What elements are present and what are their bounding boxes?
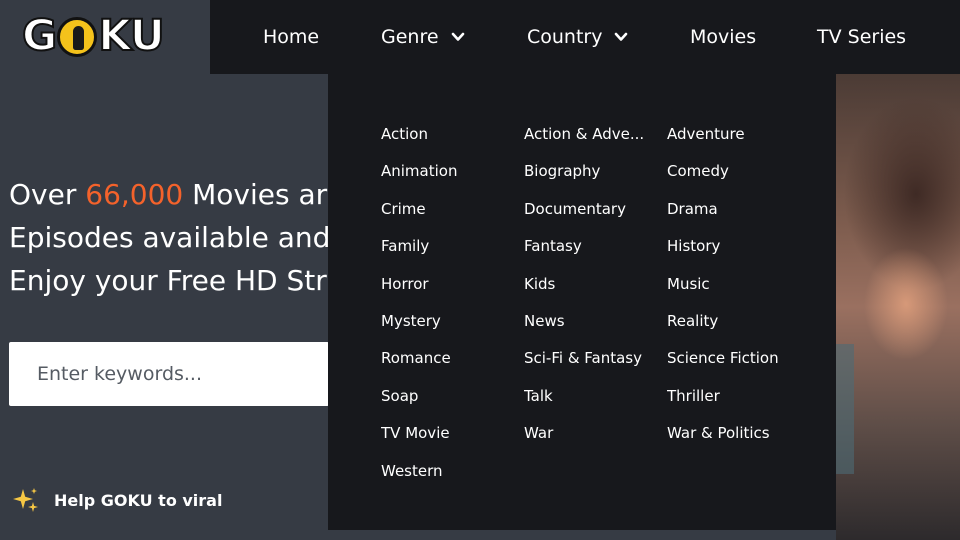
genre-menu-item[interactable]: Sci-Fi & Fantasy <box>524 340 667 377</box>
logo-character-icon <box>57 17 98 57</box>
genre-menu-item[interactable]: Science Fiction <box>667 340 810 377</box>
genre-menu-item[interactable]: War <box>524 415 667 452</box>
genre-menu-item[interactable]: Fantasy <box>524 228 667 265</box>
genre-menu-item[interactable]: Romance <box>381 340 524 377</box>
help-label: Help GOKU to viral <box>54 490 223 510</box>
genre-menu-item[interactable]: Soap <box>381 378 524 415</box>
nav-tv-series-label: TV Series <box>817 26 907 48</box>
hero-headline: Over 66,000 Movies ar Episodes available… <box>9 173 339 302</box>
nav-home[interactable]: Home <box>263 22 319 52</box>
hero-line-1-pre: Over <box>9 178 86 211</box>
hero-line-1: Over 66,000 Movies ar <box>9 173 339 216</box>
genre-menu-item[interactable]: Family <box>381 228 524 265</box>
hero-line-2: Episodes available and <box>9 221 331 254</box>
genre-menu-item[interactable]: Horror <box>381 266 524 303</box>
genre-menu-item[interactable]: Action & Adve... <box>524 116 667 153</box>
top-navigation: Home Genre Country Movies TV Series <box>210 0 960 74</box>
genre-menu-item[interactable]: Biography <box>524 153 667 190</box>
genre-menu-item[interactable]: Adventure <box>667 116 810 153</box>
nav-movies[interactable]: Movies <box>690 22 756 52</box>
genre-menu-item[interactable]: Mystery <box>381 303 524 340</box>
genre-menu-item[interactable]: Kids <box>524 266 667 303</box>
goku-logo[interactable]: G KU <box>21 10 166 62</box>
genre-dropdown-menu: Action Action & Adve... Adventure Animation… <box>328 74 836 530</box>
genre-menu-item[interactable]: Animation <box>381 153 524 190</box>
nav-home-label: Home <box>263 26 320 48</box>
movie-count-highlight: 66,000 <box>85 178 184 211</box>
nav-genre[interactable]: Genre <box>381 22 465 52</box>
genre-menu-item[interactable]: Music <box>667 266 810 303</box>
genre-menu-item[interactable]: Action <box>381 116 524 153</box>
genre-menu-item[interactable]: Documentary <box>524 191 667 228</box>
genre-menu-item[interactable]: War & Politics <box>667 415 810 452</box>
nav-movies-label: Movies <box>690 26 757 48</box>
genre-menu-item[interactable]: Reality <box>667 303 810 340</box>
nav-genre-label: Genre <box>381 26 439 48</box>
genre-menu-item[interactable]: Crime <box>381 191 524 228</box>
search-input[interactable] <box>37 363 329 385</box>
genre-menu-item[interactable]: Thriller <box>667 378 810 415</box>
nav-country-label: Country <box>527 26 603 48</box>
logo-letter-g: G <box>21 10 58 62</box>
genre-menu-item[interactable]: History <box>667 228 810 265</box>
genre-menu-item[interactable]: News <box>524 303 667 340</box>
nav-country[interactable]: Country <box>527 22 628 52</box>
logo-area: G KU <box>0 0 210 74</box>
help-goku-viral[interactable]: Help GOKU to viral <box>12 486 222 514</box>
search-box <box>9 342 329 406</box>
genre-menu-item[interactable]: Western <box>381 453 524 490</box>
genre-menu-item[interactable]: TV Movie <box>381 415 524 452</box>
hero-line-1-post: Movies ar <box>183 178 328 211</box>
nav-tv-series[interactable]: TV Series <box>817 22 906 52</box>
sparkles-icon <box>13 488 38 512</box>
genre-menu-item[interactable]: Comedy <box>667 153 810 190</box>
chevron-down-icon <box>451 32 464 41</box>
genre-menu-item[interactable]: Drama <box>667 191 810 228</box>
genre-grid: Action Action & Adve... Adventure Animation… <box>381 116 810 490</box>
chevron-down-icon <box>615 32 628 41</box>
genre-menu-item[interactable]: Talk <box>524 378 667 415</box>
hero-line-3: Enjoy your Free HD Str <box>9 264 327 297</box>
logo-letters-ku: KU <box>97 10 166 62</box>
hero-poster-image <box>836 74 960 540</box>
